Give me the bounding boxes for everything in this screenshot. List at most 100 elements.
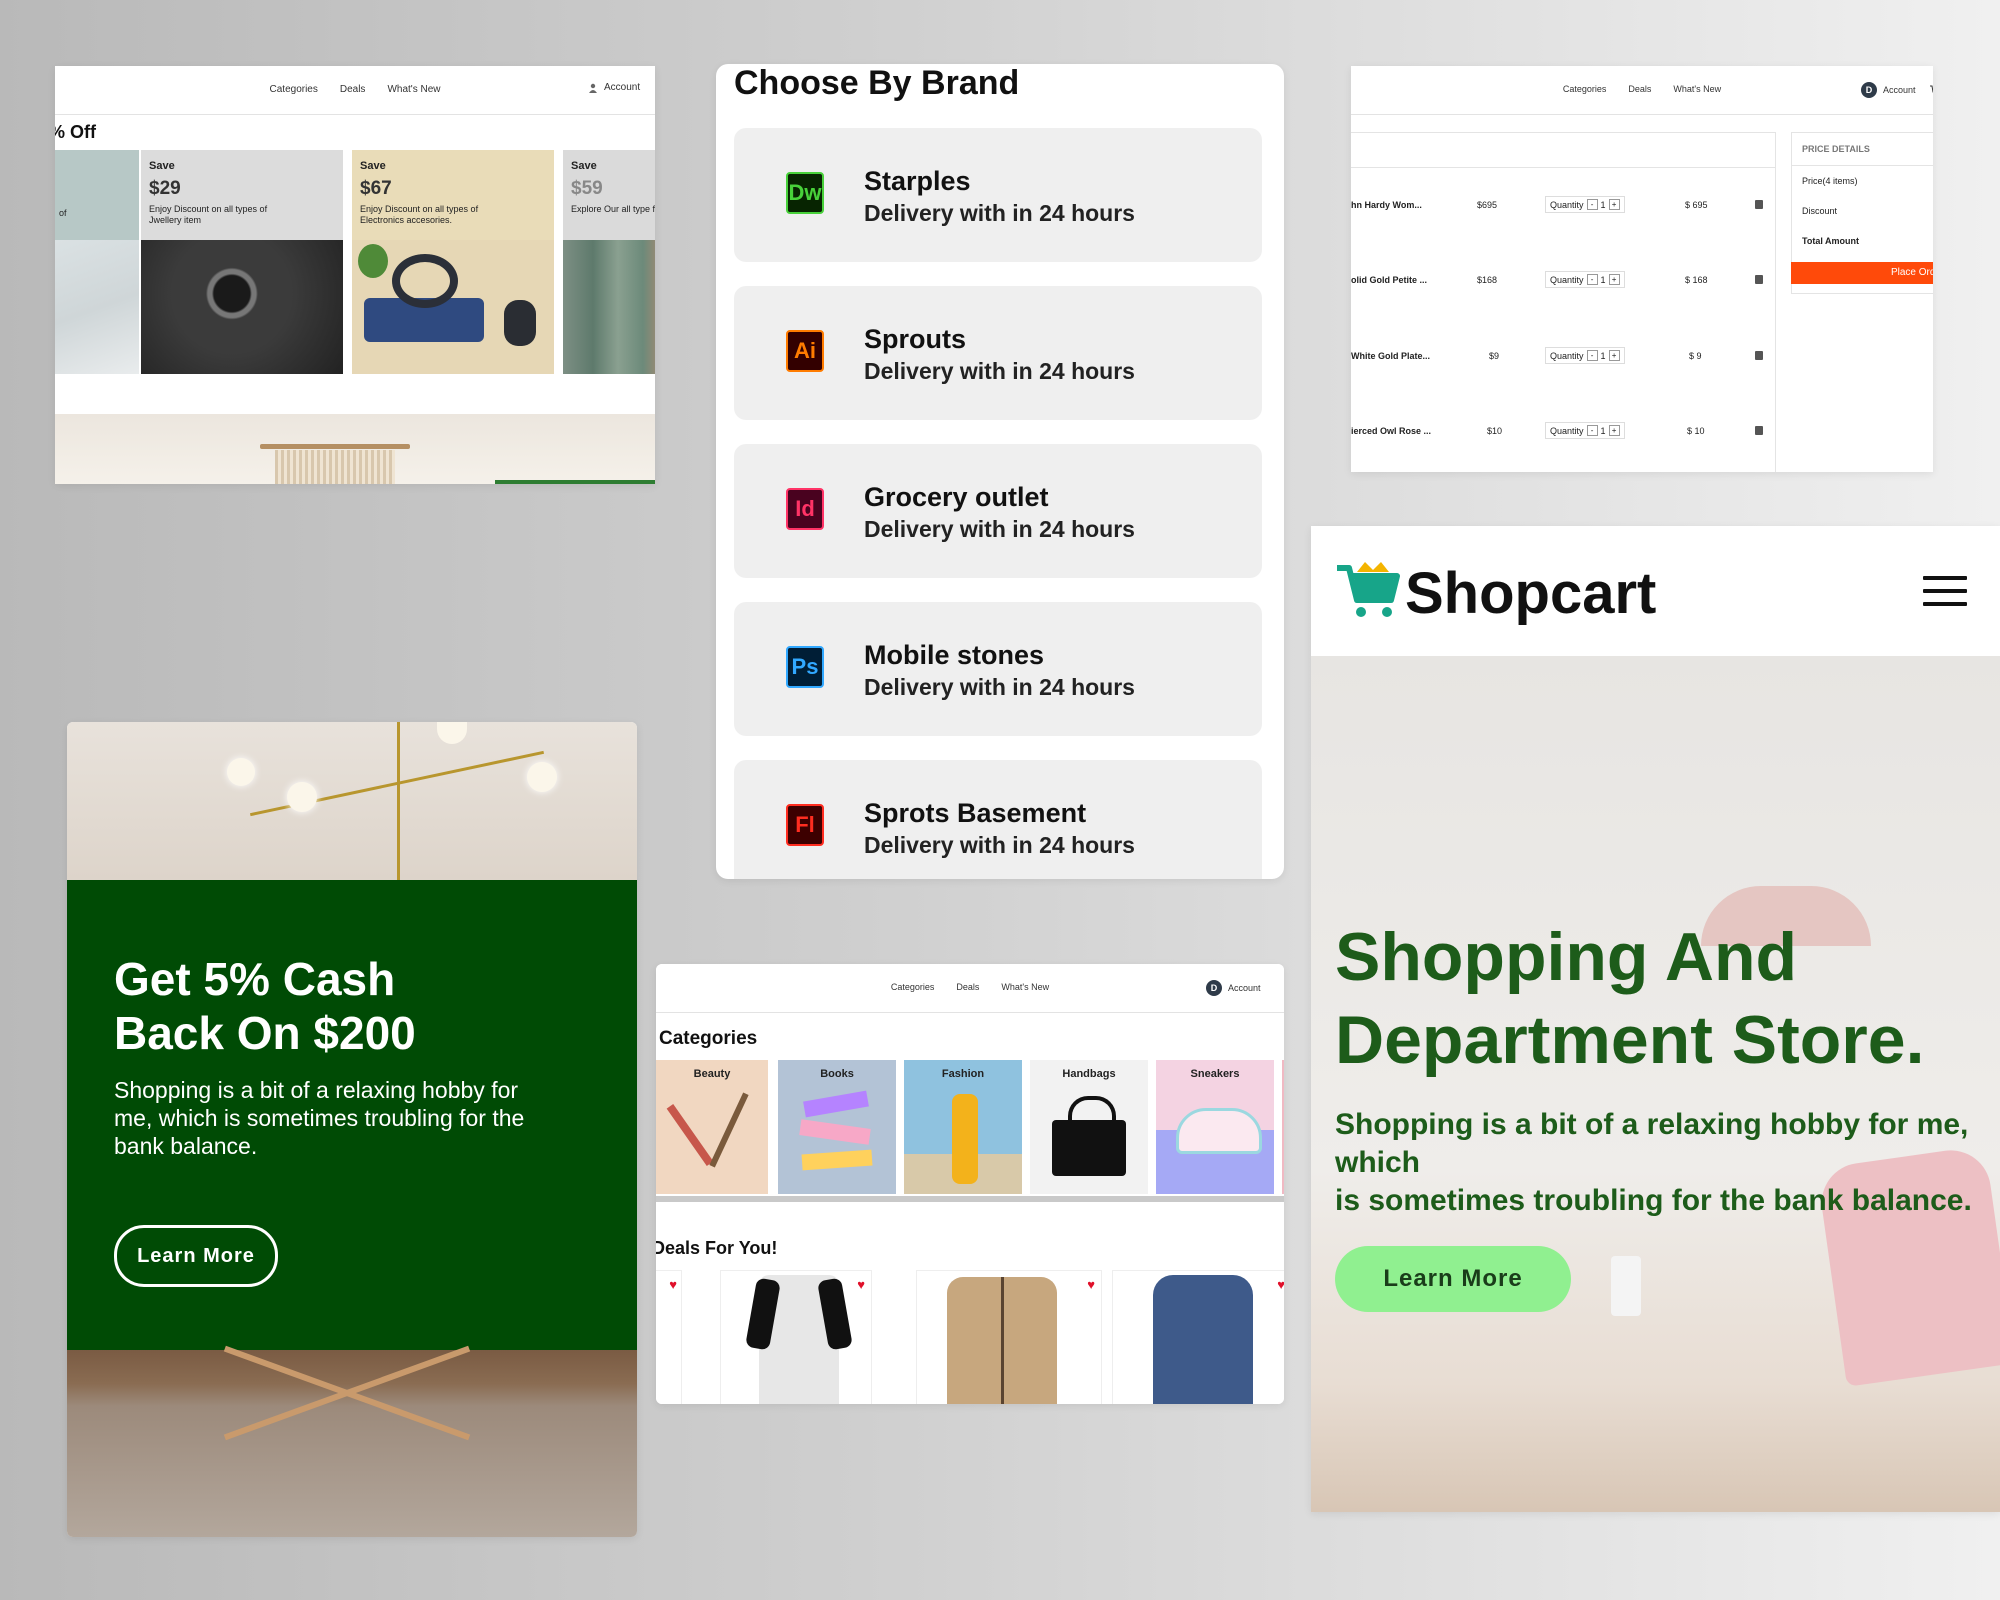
- cart-icon[interactable]: [1929, 85, 1933, 95]
- nav-deals[interactable]: Deals: [1628, 84, 1651, 94]
- item-price: $168: [1477, 275, 1498, 285]
- flash-icon: Fl: [786, 804, 824, 846]
- nav-deals[interactable]: Deals: [340, 84, 366, 95]
- cashback-promo-card: Get 5% Cash Back On $200 Shopping is a b…: [67, 722, 637, 1537]
- brand-row-grocery-outlet[interactable]: Id Grocery outlet Delivery with in 24 ho…: [734, 444, 1262, 578]
- trash-icon[interactable]: [1755, 200, 1763, 209]
- category-tile-sneakers[interactable]: Sneakers: [1156, 1060, 1274, 1194]
- account-label: Account: [604, 82, 641, 93]
- product-card-partial[interactable]: ♥: [656, 1270, 682, 1404]
- item-name[interactable]: ierced Owl Rose ...: [1351, 426, 1431, 436]
- increment-button[interactable]: +: [1608, 350, 1620, 361]
- category-tile-handbags[interactable]: Handbags: [1030, 1060, 1148, 1194]
- product-card-longsleeve[interactable]: ♥: [1112, 1270, 1284, 1404]
- cart-screenshot-card: Categories Deals What's New D Account hn…: [1351, 66, 1933, 472]
- deals-screenshot-card: Categories Deals What's New Account % Of…: [55, 66, 655, 484]
- increment-button[interactable]: +: [1608, 274, 1620, 285]
- categories-heading: Categories: [659, 1028, 758, 1049]
- product-card-jacket[interactable]: ♥: [916, 1270, 1102, 1404]
- heart-icon[interactable]: ♥: [857, 1277, 865, 1292]
- category-label: Handbags: [1062, 1068, 1116, 1080]
- decrement-button[interactable]: -: [1586, 350, 1598, 361]
- item-total: $ 168: [1685, 275, 1708, 285]
- brand-row-starples[interactable]: Dw Starples Delivery with in 24 hours: [734, 128, 1262, 262]
- category-tile-books[interactable]: Books: [778, 1060, 896, 1194]
- shopping-cart-logo-icon[interactable]: [1335, 560, 1401, 624]
- increment-button[interactable]: +: [1608, 425, 1620, 436]
- brand-row-sprots-basement[interactable]: Fl Sprots Basement Delivery with in 24 h…: [734, 760, 1262, 879]
- trash-icon[interactable]: [1755, 351, 1763, 360]
- brand-name: Mobile stones: [864, 640, 1045, 670]
- nav-whats-new[interactable]: What's New: [387, 84, 440, 95]
- item-name[interactable]: White Gold Plate...: [1351, 351, 1430, 361]
- furniture-image: [67, 1345, 637, 1537]
- heart-icon[interactable]: ♥: [1087, 1277, 1095, 1292]
- heart-icon[interactable]: ♥: [669, 1277, 677, 1292]
- deal-save-label: Save: [360, 160, 386, 172]
- item-total: $ 10: [1687, 426, 1705, 436]
- heart-icon[interactable]: ♥: [1277, 1277, 1284, 1292]
- top-nav: Categories Deals What's New D Account: [1351, 66, 1933, 115]
- item-total: $ 9: [1689, 351, 1702, 361]
- nav-categories[interactable]: Categories: [270, 84, 318, 95]
- discount-label: Discount: [1802, 206, 1838, 216]
- nav-categories[interactable]: Categories: [891, 982, 935, 992]
- total-amount-label: Total Amount: [1802, 236, 1859, 246]
- category-tile-beauty[interactable]: Beauty: [656, 1060, 768, 1194]
- account-link[interactable]: D Account: [1206, 980, 1261, 996]
- deal-price: $59: [571, 178, 603, 199]
- quantity-value: 1: [1600, 350, 1606, 361]
- shopcart-hero-card: Shopcart Shopping And Department Store. …: [1311, 526, 2000, 1512]
- category-label: Fashion: [941, 1068, 985, 1080]
- nav-deals[interactable]: Deals: [956, 982, 979, 992]
- increment-button[interactable]: +: [1608, 199, 1620, 210]
- category-tile-partial: [1282, 1060, 1284, 1194]
- brand-delivery: Delivery with in 24 hours: [864, 516, 1135, 542]
- trash-icon[interactable]: [1755, 275, 1763, 284]
- item-price: $9: [1489, 351, 1500, 361]
- category-label: Books: [820, 1068, 854, 1080]
- learn-more-button[interactable]: Learn More: [1335, 1246, 1571, 1312]
- trash-icon[interactable]: [1755, 426, 1763, 435]
- product-card-raglan-shirt[interactable]: ♥: [720, 1270, 872, 1404]
- quantity-value: 1: [1600, 274, 1606, 285]
- nav-whats-new[interactable]: What's New: [1673, 84, 1721, 94]
- item-name[interactable]: hn Hardy Wom...: [1351, 200, 1422, 210]
- nav-categories[interactable]: Categories: [1563, 84, 1607, 94]
- decrement-button[interactable]: -: [1586, 199, 1598, 210]
- deal-card-men[interactable]: Save $59 Explore Our all type for Men: [563, 150, 655, 374]
- cart-table: [1351, 132, 1776, 472]
- horizontal-scrollbar[interactable]: [656, 1196, 1284, 1202]
- hero-headline: Shopping And Department Store.: [1335, 919, 1925, 1078]
- avatar: D: [1206, 980, 1222, 996]
- logo-text[interactable]: Shopcart: [1405, 560, 1656, 627]
- account-label: Account: [1883, 85, 1916, 95]
- brand-name: Grocery outlet: [864, 482, 1049, 512]
- brand-row-sprouts[interactable]: Ai Sprouts Delivery with in 24 hours: [734, 286, 1262, 420]
- cart-row: ierced Owl Rose ... $10 Quantity - 1 + $…: [1351, 422, 1775, 442]
- brand-row-mobile-stones[interactable]: Ps Mobile stones Delivery with in 24 hou…: [734, 602, 1262, 736]
- nav-whats-new[interactable]: What's New: [1001, 982, 1049, 992]
- deal-card-jewellery[interactable]: Save $29 Enjoy Discount on all types of …: [141, 150, 343, 374]
- quantity-label: Quantity: [1550, 274, 1584, 285]
- deal-price: $67: [360, 178, 392, 199]
- learn-more-button[interactable]: Learn More: [114, 1225, 278, 1287]
- account-label: Account: [1228, 983, 1261, 993]
- account-link[interactable]: D Account: [1861, 82, 1933, 98]
- deal-card-partial[interactable]: of: [55, 150, 139, 374]
- account-link[interactable]: Account: [588, 82, 640, 93]
- place-order-button[interactable]: Place Orde: [1791, 262, 1933, 284]
- deal-card-electronics[interactable]: Save $67 Enjoy Discount on all types of …: [352, 150, 554, 374]
- deal-desc: of: [59, 208, 67, 218]
- hamburger-menu-icon[interactable]: [1923, 576, 1967, 615]
- item-price: $10: [1487, 426, 1503, 436]
- dreamweaver-icon: Dw: [786, 172, 824, 214]
- promo-title-line: Back On $200: [114, 1007, 416, 1059]
- category-tile-fashion[interactable]: Fashion: [904, 1060, 1022, 1194]
- promo-title-line: Get 5% Cash: [114, 953, 396, 1005]
- decrement-button[interactable]: -: [1586, 274, 1598, 285]
- hero-subtitle-line: Shopping is a bit of a relaxing hobby fo…: [1335, 1108, 1969, 1179]
- decrement-button[interactable]: -: [1586, 425, 1598, 436]
- item-name[interactable]: olid Gold Petite ...: [1351, 275, 1427, 285]
- top-nav: Categories Deals What's New Account: [55, 66, 655, 115]
